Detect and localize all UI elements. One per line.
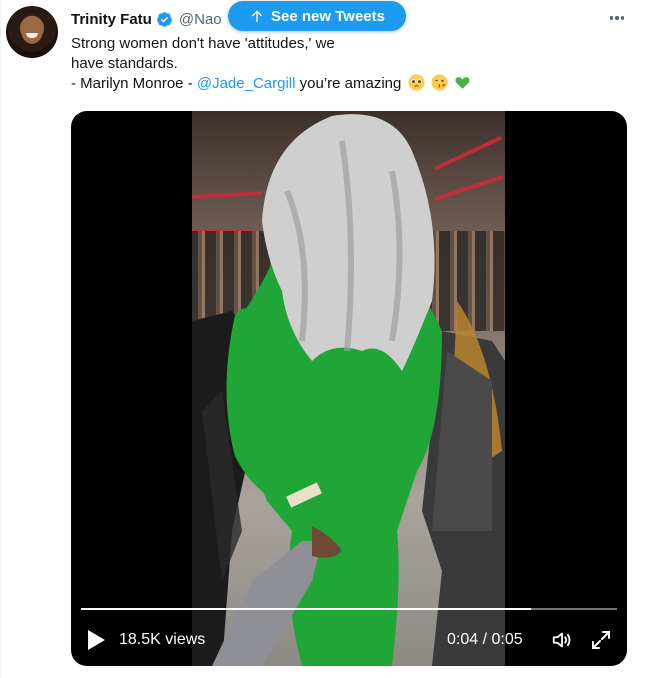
video-time: 0:04 / 0:05 [447,631,523,648]
mention-link[interactable]: @Jade_Cargill [197,75,296,92]
author-name[interactable]: Trinity Fatu [71,11,152,28]
view-count: 18.5K views [119,631,206,648]
more-options-icon[interactable] [605,8,629,28]
pleading-face-emoji [407,74,425,91]
verified-badge-icon [156,11,172,27]
tweet-text-line: Strong women don't have 'attitudes,' we [71,35,335,52]
avatar[interactable] [6,6,58,58]
tweet-text-line: - Marilyn Monroe - @Jade_Cargill you’re … [71,74,470,94]
see-new-tweets-label: See new Tweets [271,7,385,25]
video-progress-fill [81,608,531,610]
tweet-text-line: have standards. [71,55,178,72]
video-subject [192,114,505,666]
play-icon[interactable] [87,630,105,650]
face-blowing-kiss-emoji [431,74,448,91]
tweet-text: Strong women don't have 'attitudes,' we … [71,34,470,94]
tweet-text-suffix: you’re amazing [295,75,402,92]
video-player[interactable]: 18.5K views 0:04 / 0:05 [71,111,627,666]
video-frame[interactable] [192,111,505,666]
tweet-card[interactable]: Trinity Fatu @Nao See new Tweets Strong … [0,0,649,678]
tweet-text-quote: - Marilyn Monroe - [71,75,197,92]
author-handle[interactable]: @Nao [179,11,222,28]
green-heart-emoji [455,77,470,89]
arrow-up-icon [251,10,263,22]
tweet-header: Trinity Fatu @Nao [71,9,222,29]
see-new-tweets-button[interactable]: See new Tweets [228,1,406,31]
volume-icon[interactable] [551,629,573,651]
fullscreen-icon[interactable] [591,630,611,650]
